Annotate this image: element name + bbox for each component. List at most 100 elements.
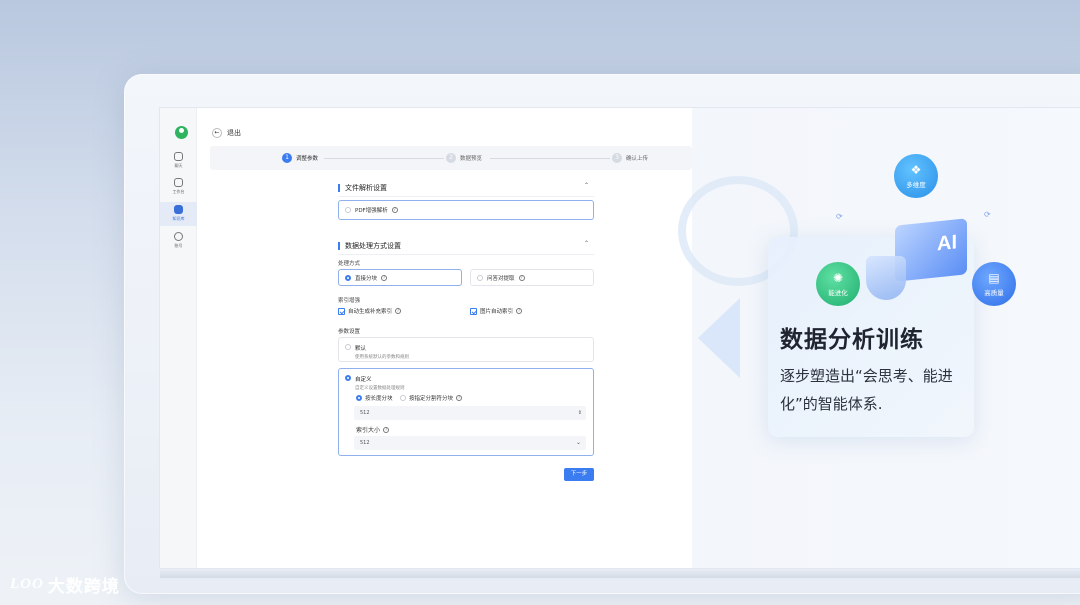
account-icon (174, 232, 183, 241)
help-icon[interactable]: ? (518, 274, 525, 281)
option-title: 自定义 (355, 377, 372, 383)
step-2: 2 数据预览 (446, 153, 482, 163)
sidebar: 聊天 工作台 知识库 账号 (160, 108, 197, 568)
monitor-base (160, 570, 1080, 578)
badge-multi-dimension: ❖ 多维度 (894, 154, 938, 198)
pdf-label: PDF增强解析 (355, 208, 388, 214)
image-index-checkbox[interactable]: 图片自动索引 ? (470, 307, 523, 315)
param-option-default[interactable]: 默认 使用系统默认的参数和规则 (338, 337, 594, 362)
sidebar-item-account[interactable]: 账号 (160, 232, 197, 252)
checkbox-label: 图片自动索引 (480, 309, 514, 315)
prism-decoration (698, 298, 740, 378)
database-icon (174, 205, 183, 214)
index-label: 索引增强 (338, 298, 361, 304)
badge-label: 能进化 (828, 288, 848, 297)
step-number: 3 (612, 153, 622, 163)
divider (338, 196, 594, 197)
step-label: 数据预览 (460, 156, 483, 162)
pdf-radio[interactable] (345, 207, 351, 213)
step-1: 1 调整参数 (282, 153, 318, 163)
brand-logo: LOO 大数跨境 (10, 572, 120, 597)
method-radio[interactable] (345, 274, 351, 281)
user-avatar[interactable] (175, 126, 188, 139)
sidebar-item-label: 账号 (174, 243, 183, 248)
step-connector (490, 158, 610, 159)
sidebar-item-chat[interactable]: 聊天 (160, 152, 197, 172)
chevron-up-icon[interactable]: ⌃ (584, 182, 589, 189)
step-number: 1 (282, 153, 292, 163)
main-panel: ← 退出 1 调整参数 2 数据预览 3 确认上传 文件解析设置 ⌃ PDF增强… (198, 108, 692, 568)
section-title-data-process: 数据处理方式设置 (338, 242, 401, 250)
param-radio[interactable] (345, 344, 351, 350)
chunk-by-length[interactable]: 按长度分块 (356, 394, 393, 402)
chunk-length-value: 512 (360, 410, 370, 416)
help-icon[interactable]: ? (381, 274, 388, 281)
pdf-enhance-option[interactable]: PDF增强解析 ? (338, 200, 594, 220)
method-option-label: 直接分块 (355, 275, 378, 282)
option-title: 默认 (355, 346, 367, 352)
sidebar-item-label: 工作台 (172, 189, 185, 194)
help-icon[interactable]: ? (516, 308, 523, 314)
next-button[interactable]: 下一步 (564, 468, 594, 481)
stepper: 1 调整参数 2 数据预览 3 确认上传 (210, 146, 692, 170)
param-label: 参数设置 (338, 329, 361, 335)
arrow-left-icon: ← (212, 128, 222, 138)
method-label: 处理方式 (338, 261, 361, 267)
badge-evolve: ✺ 能进化 (816, 262, 860, 306)
sync-icon: ⟳ (984, 210, 991, 219)
help-icon[interactable]: ? (383, 426, 390, 433)
chevron-down-icon[interactable]: ⌄ (576, 436, 581, 450)
chevron-up-icon[interactable]: ⌃ (584, 240, 589, 247)
back-button[interactable]: ← 退出 (212, 128, 241, 138)
badge-label: 高质量 (984, 288, 1004, 297)
auto-index-checkbox[interactable]: 自动生成补充索引 ? (338, 307, 402, 315)
chunk-radio[interactable] (400, 395, 406, 401)
help-icon[interactable]: ? (391, 207, 398, 213)
chunk-length-input[interactable]: 512 ⇕ (354, 406, 586, 420)
index-size-select[interactable]: 512 ⌄ (354, 436, 586, 450)
divider (338, 254, 594, 255)
step-connector (324, 158, 444, 159)
index-size-label-row: 索引大小 ? (356, 425, 390, 434)
method-option-qa[interactable]: 问答对提取 ? (470, 269, 594, 286)
index-size-value: 512 (360, 440, 370, 446)
badge-label: 多维度 (906, 180, 926, 189)
step-3: 3 确认上传 (612, 153, 648, 163)
checkbox-checked[interactable] (470, 307, 477, 315)
option-subtitle: 使用系统默认的参数和规则 (355, 355, 409, 360)
cube-icon: ❖ (910, 162, 922, 177)
step-label: 调整参数 (296, 156, 319, 162)
promo-subtitle: 逐步塑造出“会思考、能进化”的智能体系. (780, 367, 953, 413)
param-radio[interactable] (345, 375, 351, 381)
chunk-radio[interactable] (356, 395, 362, 401)
brand-mark: LOO (10, 576, 44, 592)
method-option-direct[interactable]: 直接分块 ? (338, 269, 462, 286)
checkbox-checked[interactable] (338, 307, 345, 315)
badge-high-quality: ▤ 高质量 (972, 262, 1016, 306)
sync-icon: ⟳ (836, 212, 843, 221)
ai-text: AI (937, 231, 957, 256)
step-number: 2 (446, 153, 456, 163)
sidebar-item-workbench[interactable]: 工作台 (160, 178, 197, 198)
chunk-option-label: 按指定分割符分块 (409, 396, 454, 402)
checkbox-label: 自动生成补充索引 (348, 309, 393, 315)
method-radio[interactable] (477, 274, 483, 281)
brand-name: 大数跨境 (47, 577, 120, 597)
chunk-option-label: 按长度分块 (365, 396, 393, 402)
sidebar-item-knowledge-base[interactable]: 知识库 (160, 202, 197, 226)
help-icon[interactable]: ? (395, 308, 402, 314)
sidebar-item-label: 聊天 (174, 163, 183, 168)
option-subtitle: 自定义设置数据处理规则 (355, 386, 405, 391)
stepper-arrows-icon[interactable]: ⇕ (578, 406, 582, 420)
promo-title: 数据分析训练 (780, 327, 924, 353)
step-label: 确认上传 (626, 156, 649, 162)
section-title-file-parse: 文件解析设置 (338, 184, 387, 192)
shield-icon (866, 256, 906, 300)
brain-icon: ✺ (832, 270, 844, 285)
workbench-icon (174, 178, 183, 187)
param-default-text: 默认 使用系统默认的参数和规则 (355, 344, 409, 360)
document-icon: ▤ (988, 270, 1000, 285)
help-icon[interactable]: ? (456, 395, 463, 401)
chat-icon (174, 152, 183, 161)
chunk-by-separator[interactable]: 按指定分割符分块 ? (400, 394, 463, 402)
